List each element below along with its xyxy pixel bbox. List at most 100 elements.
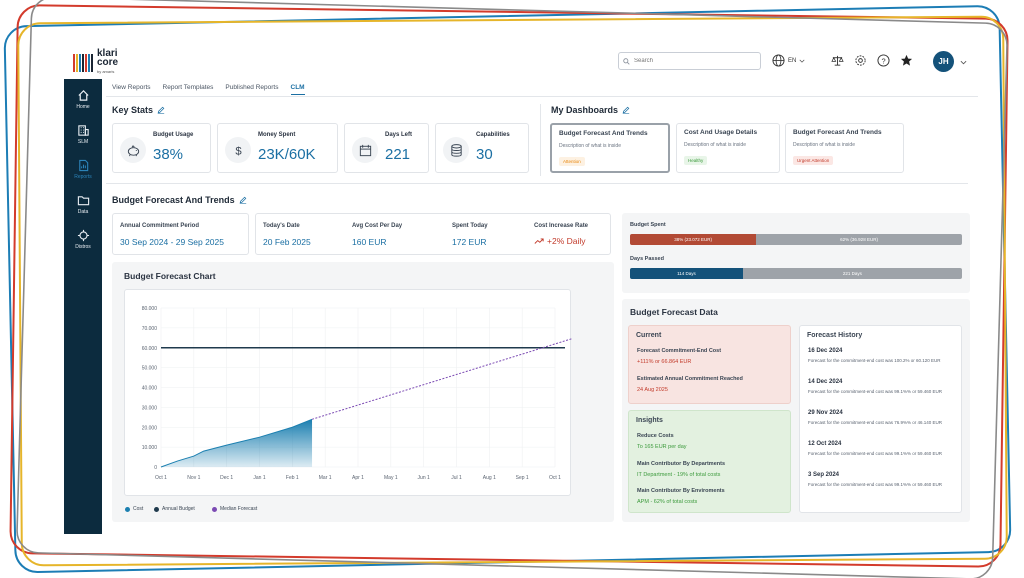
metric-value: 20 Feb 2025: [263, 237, 311, 247]
sidebar-item-label: SLM: [77, 139, 89, 145]
y-tick-label: 30.000: [142, 405, 158, 411]
search-input[interactable]: [634, 58, 754, 64]
budget-forecast-chart: 0 10.000 20.000 30.000 40.000 50.000 60.000 70.…: [142, 306, 575, 481]
y-tick-label: 60.000: [142, 346, 158, 352]
tab-view-reports[interactable]: View Reports: [112, 84, 151, 95]
x-tick-label: Dec 1: [220, 475, 233, 481]
sidebar-item-data[interactable]: Data: [64, 194, 102, 215]
forecast-data-panel: Budget Forecast Data Current Forecast Co…: [622, 299, 970, 522]
trends-header: Budget Forecast And Trends: [112, 195, 247, 205]
metric-value: 30 Sep 2024 - 29 Sep 2025: [120, 237, 224, 247]
tab-divider: [106, 96, 978, 97]
sidebar-item-distros[interactable]: Distros: [64, 229, 102, 250]
cost-increase-value: +2% Daily: [534, 236, 586, 246]
edit-icon[interactable]: [239, 196, 247, 204]
commitment-period-card: Annual Commitment Period 30 Sep 2024 - 2…: [112, 213, 249, 255]
language-selector[interactable]: EN: [772, 54, 805, 67]
sidebar-item-reports[interactable]: Reports: [64, 159, 102, 180]
x-tick-label: Sep 1: [516, 475, 529, 481]
insight-value: To 165 EUR per day: [637, 444, 687, 450]
stat-card-budget-usage[interactable]: Budget Usage 38%: [112, 123, 211, 173]
stat-value: 23K/60K: [258, 146, 316, 163]
stat-card-capabilities[interactable]: Capabilities 30: [435, 123, 529, 173]
tab-published-reports[interactable]: Published Reports: [225, 84, 278, 95]
history-text: Forecast for the commitment-end cost was…: [808, 389, 943, 394]
sidebar-item-home[interactable]: Home: [64, 89, 102, 110]
insight-label: Main Contributor By Enviroments: [637, 488, 725, 494]
edit-icon[interactable]: [622, 106, 630, 114]
current-value: 24 Aug 2025: [637, 387, 668, 393]
stat-label: Budget Usage: [153, 132, 194, 138]
x-tick-label: Mar 1: [319, 475, 332, 481]
y-tick-label: 20.000: [142, 425, 158, 431]
y-tick-label: 40.000: [142, 386, 158, 392]
help-icon[interactable]: ?: [877, 54, 890, 67]
stat-value: 38%: [153, 146, 184, 163]
scale-icon[interactable]: [831, 54, 844, 67]
legend-cost: Cost: [125, 506, 143, 512]
status-badge: Urgent Attention: [793, 156, 834, 165]
insight-value: APM - 62% of total costs: [637, 499, 698, 505]
star-icon[interactable]: [900, 54, 913, 67]
section-divider: [106, 183, 968, 184]
dashboard-card-budget-forecast[interactable]: Budget Forecast And Trends Description o…: [550, 123, 670, 173]
current-label: Forecast Commitment-End Cost: [637, 348, 722, 354]
stat-card-days-left[interactable]: Days Left 221: [344, 123, 429, 173]
search-box[interactable]: [618, 52, 761, 70]
edit-icon[interactable]: [157, 106, 165, 114]
history-text: Forecast for the commitment-end cost was…: [808, 451, 943, 456]
logo-bars: [73, 53, 93, 72]
x-tick-label: Oct 1: [549, 475, 561, 481]
dashboard-card-cost-usage[interactable]: Cost And Usage Details Description of wh…: [676, 123, 780, 173]
chevron-down-icon[interactable]: [960, 59, 967, 66]
sidebar-item-label: Distros: [75, 244, 91, 250]
dashboard-card-budget-forecast-2[interactable]: Budget Forecast And Trends Description o…: [785, 123, 904, 173]
calendar-icon: [352, 137, 378, 163]
trend-up-icon: [534, 238, 544, 244]
budget-spent-fill: 38% (23.072 EUR): [630, 234, 757, 245]
current-title: Current: [636, 332, 662, 339]
insight-label: Reduce Costs: [637, 433, 674, 439]
report-tabs: View Reports Report Templates Published …: [112, 84, 317, 95]
tab-clm[interactable]: CLM: [290, 84, 305, 95]
history-date: 14 Dec 2024: [808, 379, 843, 385]
section-divider: [540, 104, 541, 176]
y-tick-label: 70.000: [142, 326, 158, 332]
metric-value: 160 EUR: [352, 237, 387, 247]
legend-annual-budget: Annual Budget: [154, 506, 195, 512]
x-tick-label: Nov 1: [187, 475, 200, 481]
building-icon: [77, 125, 89, 136]
tab-report-templates[interactable]: Report Templates: [163, 84, 214, 95]
stat-card-money-spent[interactable]: $ Money Spent 23K/60K: [217, 123, 338, 173]
chart-panel: Budget Forecast Chart 0 10.000 20.000 30.00…: [112, 262, 614, 522]
database-icon: [443, 137, 469, 163]
insight-label: Main Contributor By Departments: [637, 461, 726, 467]
metric-label: Annual Commitment Period: [120, 223, 200, 229]
sidebar-item-slm[interactable]: SLM: [64, 124, 102, 145]
current-value: +111% or 66.864 EUR: [637, 359, 692, 365]
report-icon: [78, 159, 88, 172]
history-text: Forecast for the commitment-end cost was…: [808, 482, 943, 487]
distros-icon: [77, 229, 89, 242]
x-tick-label: Jul 1: [451, 475, 462, 481]
stat-value: 221: [385, 146, 411, 163]
logo-text: klari core by amaris: [97, 48, 119, 75]
dollar-icon: $: [225, 137, 251, 163]
budget-spent-bar: 38% (23.072 EUR) 62% (36.928 EUR): [630, 234, 962, 245]
stat-label: Money Spent: [258, 132, 296, 138]
trends-title: Budget Forecast And Trends: [112, 195, 235, 205]
status-badge: Healthy: [684, 156, 708, 165]
folder-icon: [77, 196, 89, 206]
progress-panel: Budget Spent 38% (23.072 EUR) 62% (36.92…: [622, 213, 970, 293]
chart-title: Budget Forecast Chart: [124, 271, 216, 281]
history-date: 29 Nov 2024: [808, 410, 843, 416]
x-tick-label: Oct 1: [155, 475, 167, 481]
chart-area: 0 10.000 20.000 30.000 40.000 50.000 60.000 70.…: [124, 289, 575, 496]
svg-text:$: $: [235, 145, 242, 157]
x-tick-label: Jan 1: [253, 475, 265, 481]
gear-icon[interactable]: [854, 54, 867, 67]
app-logo[interactable]: klari core by amaris: [73, 49, 118, 76]
metric-value: 172 EUR: [452, 237, 487, 247]
globe-icon: [772, 54, 785, 67]
user-avatar[interactable]: JH: [933, 51, 954, 72]
